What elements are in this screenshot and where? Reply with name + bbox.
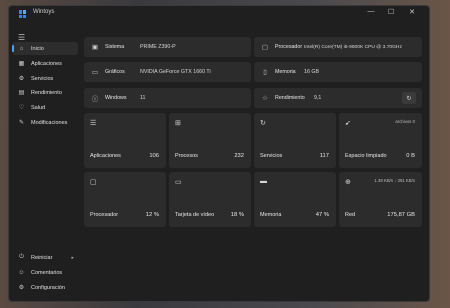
health-icon: ♡ [18, 105, 25, 111]
memory-usage-tile[interactable]: ▬ Memoria 47 % [254, 172, 336, 227]
network-usage-tile[interactable]: ⊕ 1.39 KB/s ↓ 391 KB/s Red 175,87 GB [339, 172, 422, 227]
windows-label: Windows [105, 95, 127, 101]
performance-icon: ▤ [18, 90, 25, 96]
net-label: Red [345, 212, 356, 218]
sidebar-item-salud[interactable]: ♡ Salud [12, 101, 78, 114]
system-value: PRIME Z390-P [140, 44, 176, 50]
apps-value: 106 [149, 153, 159, 159]
power-icon: ⏻ [19, 254, 24, 260]
sidebar-item-label: Rendimiento [31, 89, 62, 96]
processor-value: Intel(R) Core(TM) i5-9600K CPU @ 3.70GHz [304, 44, 402, 50]
gpu-icon: ▭ [91, 69, 99, 76]
close-button[interactable]: ✕ [405, 8, 419, 16]
graphics-label: Gráficos [105, 69, 125, 75]
tweaks-icon: ✎ [18, 120, 25, 126]
performance-value: 9,1 [314, 95, 322, 101]
processor-label: Procesador [275, 44, 303, 50]
cleaned-files-count: archivos 0 [395, 119, 415, 124]
list-icon: ☰ [90, 120, 97, 127]
memory-value: 16 GB [304, 69, 320, 75]
sidebar-item-configuracion[interactable]: ⚙ Configuración [12, 281, 78, 294]
star-icon: ☆ [262, 95, 268, 102]
globe-icon: ⊕ [345, 179, 351, 186]
sidebar-item-aplicaciones[interactable]: ▦ Aplicaciones [12, 57, 78, 70]
windows-value: 11 [140, 95, 146, 101]
sidebar-item-label: Aplicaciones [31, 60, 62, 67]
system-label: Sistema [105, 44, 125, 50]
performance-label: Rendimiento [275, 95, 305, 101]
sidebar-item-label: Inicio [31, 45, 44, 52]
services-icon: ⚙ [18, 76, 25, 82]
sidebar-item-label: Configuración [31, 284, 65, 291]
sidebar-item-rendimiento[interactable]: ▤ Rendimiento [12, 86, 78, 99]
gpu-value: 18 % [230, 212, 244, 218]
minimize-button[interactable]: — [364, 8, 378, 15]
network-speed: 1.39 KB/s ↓ 391 KB/s [374, 178, 415, 183]
wintoys-logo-icon [19, 10, 27, 18]
sidebar-item-inicio[interactable]: ⌂ Inicio [12, 42, 78, 55]
memory-label: Memoria [275, 69, 296, 75]
chevron-right-icon: ▸ [71, 254, 74, 261]
performance-card: ☆ Rendimiento 9,1 ↻ [254, 88, 422, 108]
ram-label: Memoria [260, 212, 282, 218]
services-value: 117 [319, 153, 329, 159]
graphics-value: NVIDIA GeForce GTX 1660 Ti [140, 69, 211, 75]
title-bar: Wintoys — ☐ ✕ [9, 6, 429, 22]
sidebar-item-modificaciones[interactable]: ✎ Modificaciones [12, 116, 78, 129]
processes-label: Procesos [175, 153, 198, 159]
services-stat-tile[interactable]: ↻ Servicios 117 [254, 113, 336, 168]
processes-icon: ⊞ [175, 120, 181, 127]
services-gear-icon: ↻ [260, 120, 266, 127]
processor-card: ▢ Procesador Intel(R) Core(TM) i5-9600K … [254, 37, 422, 57]
gpu-icon: ▭ [175, 179, 182, 186]
ram-icon: ▬ [260, 178, 267, 185]
cleaned-label: Espacio limpiado [345, 153, 387, 159]
apps-stat-tile[interactable]: ☰ Aplicaciones 106 [84, 113, 166, 168]
cleaned-value: 0 B [406, 153, 415, 159]
apps-icon: ▦ [18, 61, 25, 67]
maximize-button[interactable]: ☐ [384, 8, 398, 16]
gpu-usage-tile[interactable]: ▭ Tarjeta de vídeo 18 % [169, 172, 251, 227]
sidebar-item-label: Comentarios [31, 269, 63, 276]
processes-stat-tile[interactable]: ⊞ Procesos 232 [169, 113, 251, 168]
cpu-label: Procesador [90, 212, 119, 218]
apps-label: Aplicaciones [90, 153, 121, 159]
sidebar-item-label: Modificaciones [31, 119, 68, 126]
sidebar-item-label: Servicios [31, 75, 54, 82]
ram-icon: ▯ [263, 69, 267, 76]
sidebar-item-label: Reiniciar [31, 254, 53, 261]
settings-icon: ⚙ [18, 285, 25, 291]
sidebar-item-label: Salud [31, 104, 46, 111]
services-label: Servicios [260, 153, 283, 159]
cpu-usage-tile[interactable]: ▢ Procesador 12 % [84, 172, 166, 227]
refresh-button[interactable]: ↻ [402, 92, 416, 104]
system-card: ▣ Sistema PRIME Z390-P [84, 37, 251, 57]
home-icon: ⌂ [19, 45, 24, 52]
app-window: Wintoys — ☐ ✕ ☰ ⌂ Inicio ▦ Aplicaciones … [8, 5, 430, 302]
motherboard-icon: ▣ [91, 44, 99, 51]
info-icon: ⓘ [91, 96, 99, 103]
memory-card: ▯ Memoria 16 GB [254, 62, 422, 82]
ram-value: 47 % [315, 212, 329, 218]
graphics-card: ▭ Gráficos NVIDIA GeForce GTX 1660 Ti [84, 62, 251, 82]
feedback-icon: ☺ [18, 269, 25, 276]
sidebar-item-servicios[interactable]: ⚙ Servicios [12, 72, 78, 85]
menu-icon[interactable]: ☰ [18, 33, 25, 42]
window-title: Wintoys [33, 9, 55, 15]
net-value: 175,87 GB [387, 212, 415, 218]
cpu-value: 12 % [145, 212, 159, 218]
processes-value: 232 [234, 153, 244, 159]
cpu-icon: ▢ [261, 44, 269, 51]
windows-card: ⓘ Windows 11 [84, 88, 251, 108]
refresh-icon: ↻ [406, 95, 412, 102]
broom-icon: ➹ [345, 120, 351, 127]
cpu-icon: ▢ [90, 179, 97, 186]
sidebar-item-comentarios[interactable]: ☺ Comentarios [12, 266, 78, 279]
sidebar-item-reiniciar[interactable]: ⏻ Reiniciar ▸ [12, 251, 78, 264]
gpu-label: Tarjeta de vídeo [175, 212, 215, 218]
cleanup-stat-tile[interactable]: ➹ archivos 0 Espacio limpiado 0 B [339, 113, 422, 168]
